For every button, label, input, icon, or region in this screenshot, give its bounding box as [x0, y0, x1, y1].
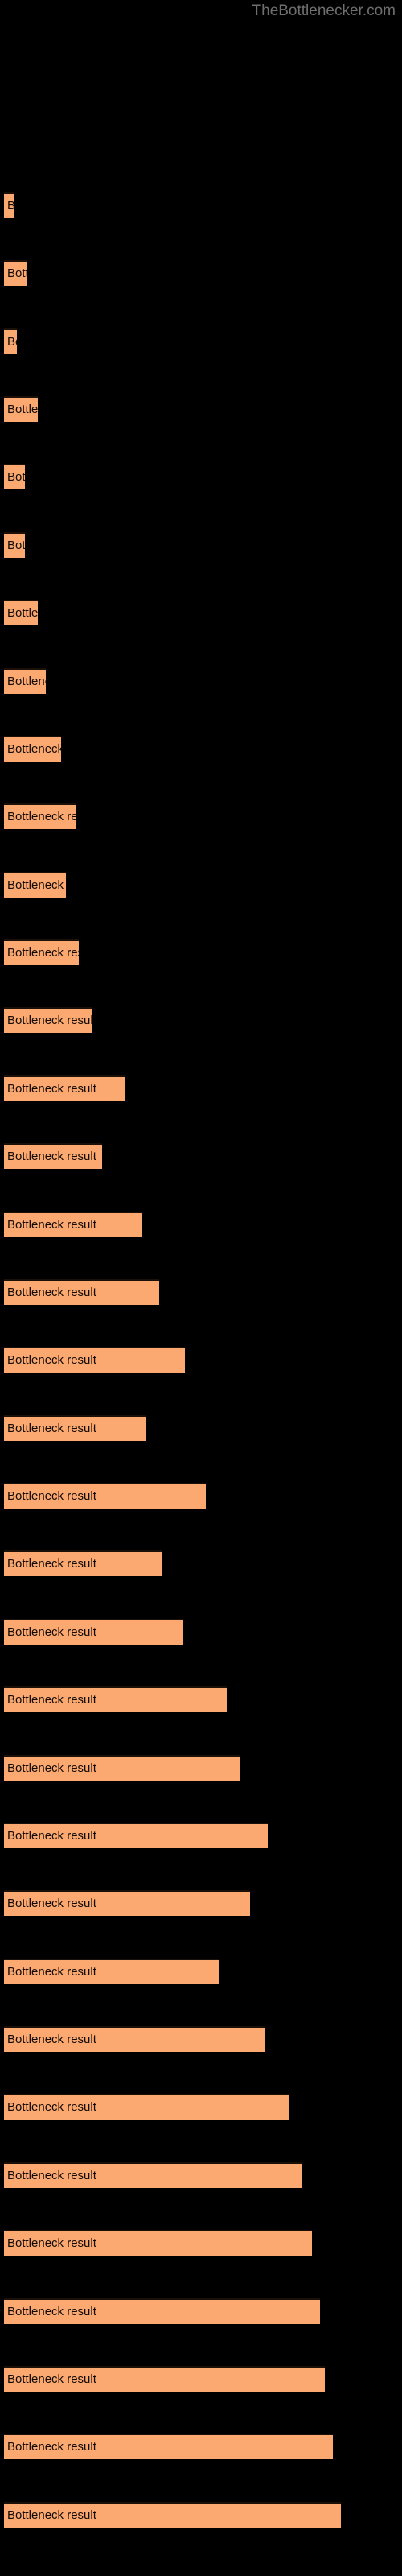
bar-label: Bottleneck result [7, 1150, 96, 1164]
bar[interactable]: Bottleneck result [4, 1890, 250, 1917]
bar[interactable]: Bottleneck result [4, 600, 38, 626]
bar[interactable]: Bottleneck result [4, 328, 17, 354]
bar-label: Bottleneck result [7, 200, 14, 213]
bar[interactable]: Bottleneck result [4, 1347, 185, 1373]
chart-page: TheBottlenecker.com Bottleneck resultBot… [0, 0, 402, 2576]
bar-label: Bottleneck result [7, 2304, 96, 2318]
bar[interactable]: Bottleneck result [4, 1618, 183, 1645]
bar-label: Bottleneck result [7, 538, 25, 552]
bar-label: Bottleneck result [7, 1897, 96, 1911]
bar-label: Bottleneck result [7, 2100, 96, 2115]
bar-label: Bottleneck result [7, 810, 76, 824]
bar[interactable]: Bottleneck result [4, 1958, 219, 1984]
bar-label: Bottleneck result [7, 877, 66, 892]
bar-chart-plot-area: Bottleneck result Bottleneck result Bottle… [0, 0, 402, 2576]
bar[interactable]: Bottleneck result [4, 2501, 341, 2528]
bar-label: Bottleneck result [7, 470, 25, 485]
bar[interactable]: Bottleneck result [4, 667, 46, 694]
bar-label: Bottleneck result [7, 606, 38, 621]
bar[interactable]: Bottleneck result [4, 1754, 240, 1781]
bar[interactable]: Bottleneck result [4, 871, 66, 898]
bar[interactable]: Bottleneck result [4, 1211, 142, 1237]
bar-label: Bottleneck result [7, 1828, 96, 1843]
bar-label: Bottleneck result [7, 2236, 96, 2251]
bar[interactable]: Bottleneck result [4, 939, 79, 966]
bar-label: Bottleneck result [7, 2033, 96, 2047]
bar[interactable]: Bottleneck result [4, 396, 38, 423]
bar-label: Bottleneck result [7, 1217, 96, 1232]
bar[interactable]: Bottleneck result [4, 1822, 268, 1848]
bar[interactable]: Bottleneck result [4, 1686, 227, 1713]
bar[interactable]: Bottleneck result [4, 1414, 146, 1441]
bar[interactable]: Bottleneck result [4, 2365, 325, 2392]
bar[interactable]: Bottleneck result [4, 1278, 159, 1305]
bar[interactable]: Bottleneck result [4, 2094, 289, 2120]
bar-label: Bottleneck result [7, 1624, 96, 1639]
bar[interactable]: Bottleneck result [4, 1007, 92, 1034]
bar[interactable]: Bottleneck result [4, 260, 27, 287]
bar[interactable]: Bottleneck result [4, 2026, 265, 2053]
bar-label: Bottleneck result [7, 2440, 96, 2454]
bar-label: Bottleneck result [7, 1081, 96, 1096]
bar-label: Bottleneck result [7, 1285, 96, 1299]
bar-label: Bottleneck result [7, 674, 46, 688]
bar[interactable]: Bottleneck result [4, 2230, 312, 2256]
bar[interactable]: Bottleneck result [4, 192, 14, 218]
bar[interactable]: Bottleneck result [4, 1483, 206, 1509]
bar-label: Bottleneck result [7, 946, 79, 960]
bar[interactable]: Bottleneck result [4, 1143, 102, 1170]
bar-label: Bottleneck result [7, 1693, 96, 1707]
bar[interactable]: Bottleneck result [4, 531, 25, 558]
bar-label: Bottleneck result [7, 266, 27, 281]
bar-label: Bottleneck result [7, 741, 61, 756]
bar-label: Bottleneck result [7, 334, 17, 349]
bar-label: Bottleneck result [7, 1964, 96, 1979]
bar-label: Bottleneck result [7, 1421, 96, 1435]
bar[interactable]: Bottleneck result [4, 2161, 302, 2188]
bar-label: Bottleneck result [7, 1557, 96, 1571]
bar-label: Bottleneck result [7, 2168, 96, 2182]
bar[interactable]: Bottleneck result [4, 803, 76, 830]
bar-label: Bottleneck result [7, 2372, 96, 2386]
bar-label: Bottleneck result [7, 2508, 96, 2522]
bar-label: Bottleneck result [7, 402, 38, 417]
bar[interactable]: Bottleneck result [4, 464, 25, 490]
bar[interactable]: Bottleneck result [4, 2434, 333, 2460]
bar-label: Bottleneck result [7, 1489, 96, 1504]
bar[interactable]: Bottleneck result [4, 1550, 162, 1577]
bar[interactable]: Bottleneck result [4, 735, 61, 762]
bar-label: Bottleneck result [7, 1013, 92, 1028]
bar-label: Bottleneck result [7, 1353, 96, 1368]
bar-label: Bottleneck result [7, 1761, 96, 1775]
bar[interactable]: Bottleneck result [4, 2297, 320, 2324]
bar[interactable]: Bottleneck result [4, 1075, 125, 1101]
